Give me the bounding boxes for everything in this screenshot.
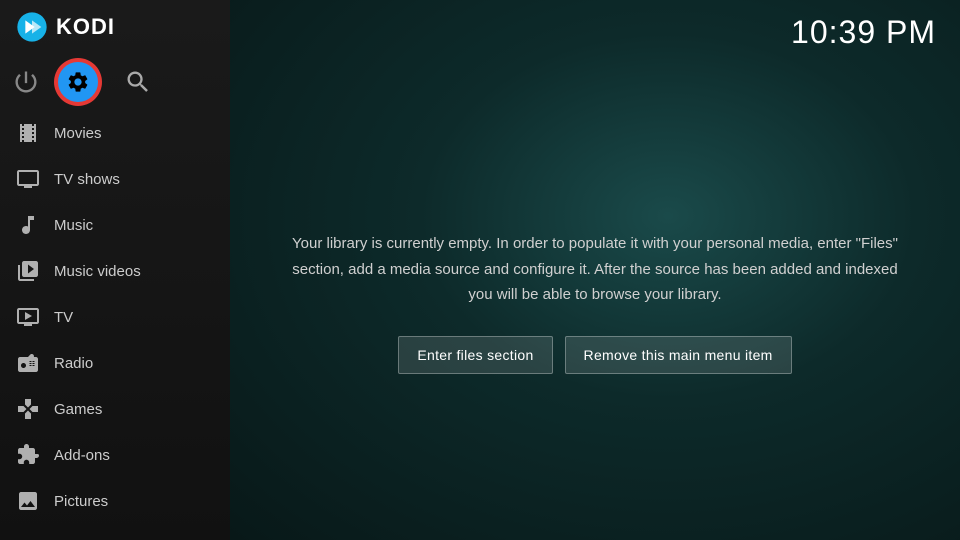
- musicvideos-icon: [16, 259, 40, 283]
- sidebar-item-tv[interactable]: TV: [0, 294, 230, 340]
- sidebar-item-musicvideos[interactable]: Music videos: [0, 248, 230, 294]
- clock-display: 10:39 PM: [791, 14, 936, 51]
- sidebar-header: KODI: [0, 0, 230, 54]
- sidebar-item-tv-label: TV: [54, 309, 73, 326]
- sidebar-item-music-label: Music: [54, 217, 93, 234]
- remove-menu-item-button[interactable]: Remove this main menu item: [565, 336, 792, 374]
- sidebar-item-musicvideos-label: Music videos: [54, 263, 141, 280]
- sidebar: KODI Movies TV: [0, 0, 230, 540]
- search-icon[interactable]: [124, 68, 152, 96]
- sidebar-item-tvshows-label: TV shows: [54, 171, 120, 188]
- sidebar-item-movies[interactable]: Movies: [0, 110, 230, 156]
- sidebar-item-music[interactable]: Music: [0, 202, 230, 248]
- tvshows-icon: [16, 167, 40, 191]
- sidebar-item-movies-label: Movies: [54, 125, 102, 142]
- music-icon: [16, 213, 40, 237]
- enter-files-section-button[interactable]: Enter files section: [398, 336, 552, 374]
- power-icon[interactable]: [12, 68, 40, 96]
- pictures-icon: [16, 489, 40, 513]
- kodi-title: KODI: [56, 14, 115, 40]
- games-icon: [16, 397, 40, 421]
- sidebar-item-pictures-label: Pictures: [54, 493, 108, 510]
- sidebar-item-games[interactable]: Games: [0, 386, 230, 432]
- livetv-icon: [16, 305, 40, 329]
- main-content: 10:39 PM Your library is currently empty…: [230, 0, 960, 540]
- sidebar-icons-row: [0, 54, 230, 110]
- sidebar-item-pictures[interactable]: Pictures: [0, 478, 230, 524]
- top-bar: 10:39 PM: [230, 0, 960, 65]
- addons-icon: [16, 443, 40, 467]
- sidebar-item-games-label: Games: [54, 401, 102, 418]
- sidebar-item-radio-label: Radio: [54, 355, 93, 372]
- nav-menu: Movies TV shows Music Music videos TV: [0, 110, 230, 540]
- sidebar-item-tvshows[interactable]: TV shows: [0, 156, 230, 202]
- content-center: Your library is currently empty. In orde…: [230, 65, 960, 540]
- sidebar-item-addons-label: Add-ons: [54, 447, 110, 464]
- sidebar-item-radio[interactable]: Radio: [0, 340, 230, 386]
- movies-icon: [16, 121, 40, 145]
- sidebar-item-addons[interactable]: Add-ons: [0, 432, 230, 478]
- kodi-logo-icon: [16, 11, 48, 43]
- library-empty-message: Your library is currently empty. In orde…: [290, 231, 900, 308]
- settings-gear-icon: [66, 70, 90, 94]
- settings-button[interactable]: [56, 60, 100, 104]
- radio-icon: [16, 351, 40, 375]
- action-buttons: Enter files section Remove this main men…: [398, 336, 791, 374]
